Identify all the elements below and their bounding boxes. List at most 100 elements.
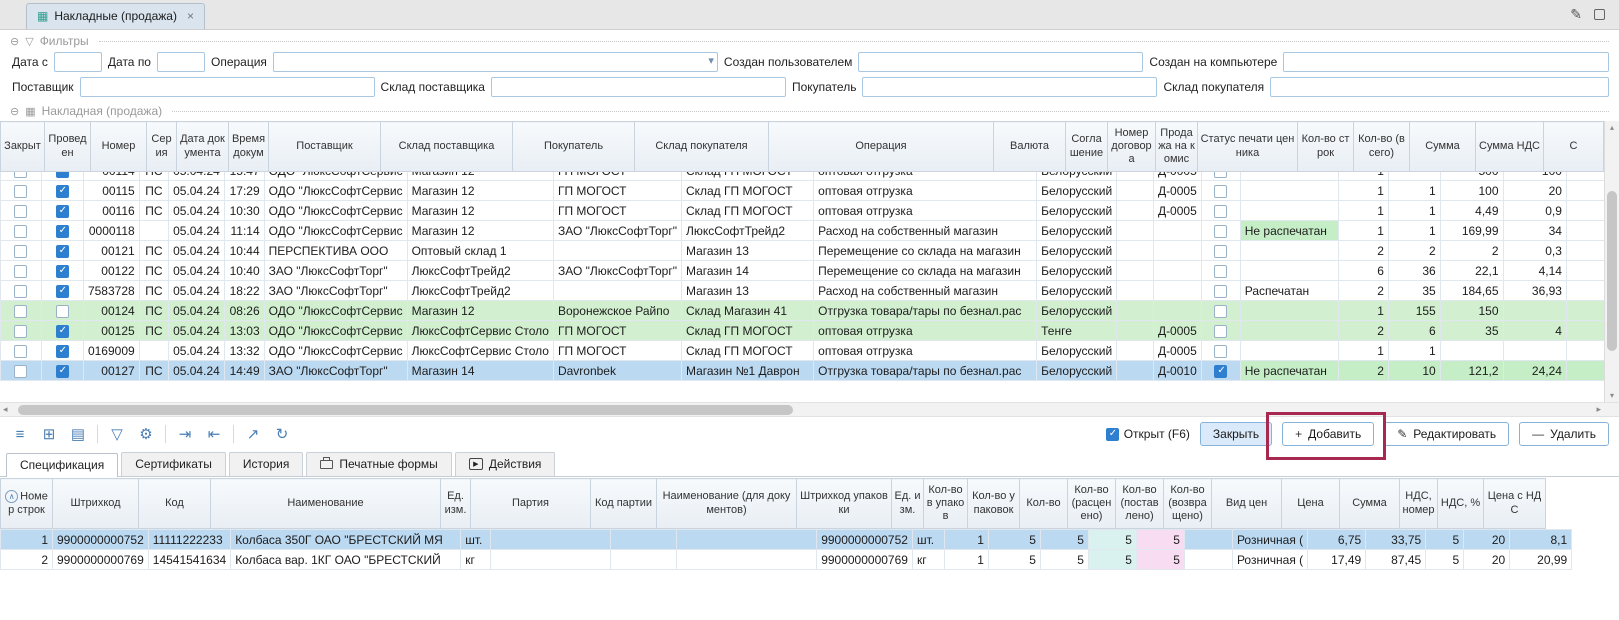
date-from-input[interactable] <box>54 52 102 72</box>
collapse-icon[interactable]: ⊖ <box>10 105 19 118</box>
indent-list-icon[interactable]: ⇥ <box>175 425 195 443</box>
scroll-right-icon[interactable]: ▸ <box>1596 404 1601 415</box>
row-checkbox[interactable] <box>1214 305 1227 318</box>
tab-specification[interactable]: Спецификация <box>6 453 118 477</box>
row-checkbox[interactable] <box>56 285 69 298</box>
invoice-row[interactable]: 016900905.04.2413:32ОДО "ЛюксСофтСервисЛ… <box>1 341 1619 361</box>
column-header[interactable]: Склад покупателя <box>635 122 769 172</box>
invoice-row[interactable]: 00116ПС05.04.2410:30ОДО "ЛюксСофтСервисМ… <box>1 201 1619 221</box>
column-header[interactable]: Сумма НДС <box>1476 122 1544 172</box>
invoice-row[interactable]: 7583728ПС05.04.2418:22ЗАО "ЛюксСофтТорг"… <box>1 281 1619 301</box>
collapse-icon[interactable]: ⊖ <box>10 35 19 48</box>
vertical-scrollbar[interactable]: ▴ ▾ <box>1604 121 1619 402</box>
edit-button[interactable]: ✎ Редактировать <box>1384 422 1509 446</box>
open-f6-checkbox[interactable]: Открыт (F6) <box>1106 427 1190 441</box>
row-checkbox[interactable] <box>1214 172 1227 178</box>
supplier-input[interactable] <box>80 77 375 97</box>
export-icon[interactable]: ↗ <box>243 425 263 443</box>
column-header[interactable]: Цена <box>1282 479 1340 529</box>
checkbox-checked-icon[interactable] <box>1106 428 1119 441</box>
calendar-icon[interactable]: ▤ <box>68 425 88 443</box>
document-tab[interactable]: ▦ Накладные (продажа) × <box>26 3 205 29</box>
scrollbar-thumb[interactable] <box>18 405 793 415</box>
row-checkbox[interactable] <box>56 325 69 338</box>
tab-actions[interactable]: ▶ Действия <box>455 452 556 476</box>
column-header[interactable]: Штрихкод упаковки <box>797 479 892 529</box>
row-checkbox[interactable] <box>14 205 27 218</box>
row-checkbox[interactable] <box>14 345 27 358</box>
row-checkbox[interactable] <box>56 365 69 378</box>
row-checkbox[interactable] <box>56 245 69 258</box>
row-checkbox[interactable] <box>56 172 69 178</box>
column-header[interactable]: Продажа на комис <box>1156 122 1198 172</box>
invoice-row[interactable]: 00114ПС05.04.2415:47ОДО "ЛюксСофтСервисМ… <box>1 172 1619 181</box>
buyer-warehouse-input[interactable] <box>1270 77 1609 97</box>
invoice-row[interactable]: 00115ПС05.04.2417:29ОДО "ЛюксСофтСервисМ… <box>1 181 1619 201</box>
row-checkbox[interactable] <box>14 225 27 238</box>
column-header[interactable]: Кол-во (поставлено) <box>1116 479 1164 529</box>
row-checkbox[interactable] <box>1214 345 1227 358</box>
column-header[interactable]: Поставщик <box>269 122 381 172</box>
row-checkbox[interactable] <box>1214 205 1227 218</box>
row-checkbox[interactable] <box>1214 225 1227 238</box>
scrollbar-thumb[interactable] <box>1607 191 1617 351</box>
column-header[interactable]: Кол-во упаковок <box>968 479 1020 529</box>
date-to-input[interactable] <box>157 52 205 72</box>
column-header[interactable]: Проведен <box>45 122 91 172</box>
gear-icon[interactable]: ⚙ <box>136 425 156 443</box>
column-header[interactable]: Кол-во (всего) <box>1354 122 1410 172</box>
row-checkbox[interactable] <box>14 365 27 378</box>
column-header[interactable]: Штрихкод <box>53 479 139 529</box>
row-checkbox[interactable] <box>14 305 27 318</box>
column-header[interactable]: Сумма <box>1340 479 1400 529</box>
outdent-list-icon[interactable]: ⇤ <box>204 425 224 443</box>
filter-icon[interactable]: ▽ <box>107 425 127 443</box>
refresh-icon[interactable]: ↻ <box>272 425 292 443</box>
row-checkbox[interactable] <box>56 265 69 278</box>
invoice-row[interactable]: 00121ПС05.04.2410:44ПЕРСПЕКТИВА ООООптов… <box>1 241 1619 261</box>
column-header[interactable]: ∧Номер строк <box>1 479 53 529</box>
column-header[interactable]: Код партии <box>591 479 657 529</box>
scroll-down-icon[interactable]: ▾ <box>1605 391 1619 400</box>
row-checkbox[interactable] <box>14 265 27 278</box>
row-checkbox[interactable] <box>1214 185 1227 198</box>
column-header[interactable]: Наименование (для документов) <box>657 479 797 529</box>
column-header[interactable]: Номер <box>91 122 147 172</box>
edit-pencil-icon[interactable]: ✎ <box>1570 6 1582 23</box>
row-checkbox[interactable] <box>1214 325 1227 338</box>
operation-input[interactable] <box>273 52 718 72</box>
spec-row[interactable]: 2990000000076914541541634Колбаса вар. 1К… <box>1 550 1572 570</box>
column-header[interactable]: Валюта <box>994 122 1066 172</box>
row-checkbox[interactable] <box>14 185 27 198</box>
column-header[interactable]: Код <box>139 479 211 529</box>
grid-view-icon[interactable]: ⊞ <box>39 425 59 443</box>
row-checkbox[interactable] <box>14 325 27 338</box>
column-header[interactable]: Кол-во строк <box>1298 122 1354 172</box>
column-header[interactable]: Вид цен <box>1212 479 1282 529</box>
row-checkbox[interactable] <box>1214 365 1227 378</box>
column-header[interactable]: НДС, номер <box>1400 479 1438 529</box>
column-header[interactable]: Кол-во (расценено) <box>1068 479 1116 529</box>
maximize-icon[interactable] <box>1594 9 1605 20</box>
column-header[interactable]: Ед. изм. <box>892 479 924 529</box>
column-header[interactable]: НДС, % <box>1438 479 1484 529</box>
created-by-user-input[interactable] <box>858 52 1143 72</box>
column-header[interactable]: Цена с НДС <box>1484 479 1546 529</box>
column-header[interactable]: Кол-во в упаков <box>924 479 968 529</box>
tab-certificates[interactable]: Сертификаты <box>121 452 226 476</box>
column-header[interactable]: Кол-во (возвращено) <box>1164 479 1212 529</box>
delete-button[interactable]: — Удалить <box>1519 422 1609 446</box>
created-on-computer-input[interactable] <box>1283 52 1609 72</box>
invoice-row[interactable]: 00125ПС05.04.2413:03ОДО "ЛюксСофтСервисЛ… <box>1 321 1619 341</box>
column-header[interactable]: Статус печати ценника <box>1198 122 1298 172</box>
row-checkbox[interactable] <box>56 205 69 218</box>
tab-history[interactable]: История <box>229 452 304 476</box>
column-header[interactable]: Сумма <box>1410 122 1476 172</box>
row-checkbox[interactable] <box>56 305 69 318</box>
column-header[interactable]: Время докум <box>229 122 269 172</box>
operation-select[interactable]: ▾ <box>273 52 718 72</box>
row-checkbox[interactable] <box>1214 265 1227 278</box>
column-header[interactable]: Дата документа <box>177 122 229 172</box>
column-header[interactable]: Покупатель <box>513 122 635 172</box>
column-header[interactable]: Партия <box>471 479 591 529</box>
